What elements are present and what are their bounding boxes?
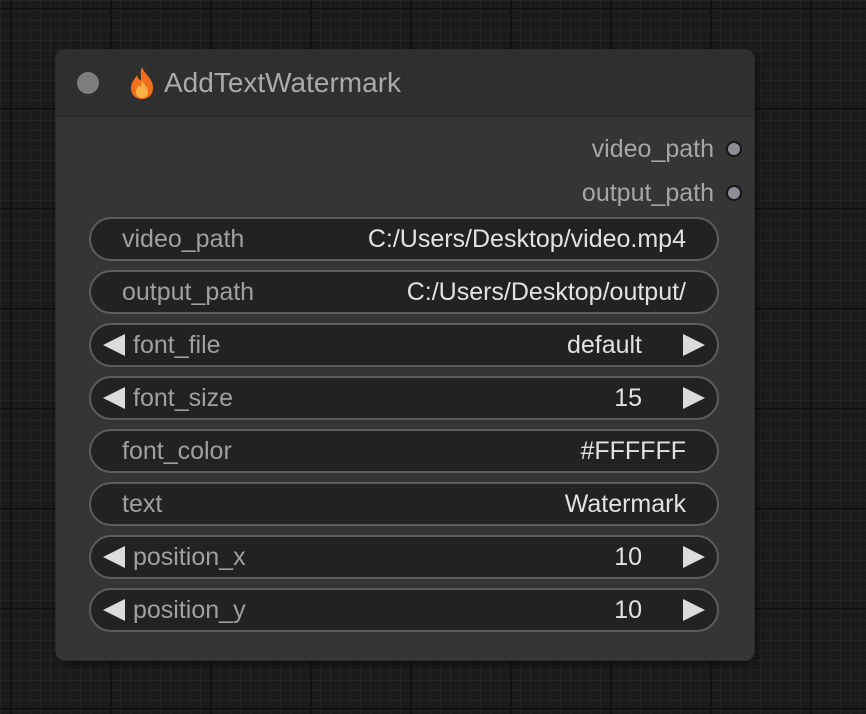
widget-value: 15 (614, 384, 642, 412)
decrement-arrow-icon[interactable] (103, 334, 125, 356)
decrement-arrow-icon[interactable] (103, 599, 125, 621)
widget-text[interactable]: text Watermark (89, 482, 719, 526)
output-slot-icon[interactable] (726, 141, 742, 157)
widget-position-x[interactable]: position_x 10 (89, 535, 719, 579)
widget-label: font_color (122, 437, 232, 465)
output-slot-icon[interactable] (726, 185, 742, 201)
widget-value: C:/Users/Desktop/output/ (406, 278, 686, 306)
widget-label: position_y (133, 596, 246, 624)
increment-arrow-icon[interactable] (683, 599, 705, 621)
widget-label: video_path (122, 225, 245, 253)
output-video-path[interactable]: video_path (592, 134, 742, 164)
widget-label: font_file (133, 331, 221, 359)
collapse-toggle[interactable] (77, 72, 99, 94)
widget-position-y[interactable]: position_y 10 (89, 588, 719, 632)
widget-font-color[interactable]: font_color #FFFFFF (89, 429, 719, 473)
output-label: output_path (581, 178, 714, 207)
widget-value: Watermark (564, 490, 686, 518)
widget-font-size[interactable]: font_size 15 (89, 376, 719, 420)
widget-value: 10 (614, 543, 642, 571)
node-title: AddTextWatermark (164, 67, 402, 98)
node-add-text-watermark[interactable]: AddTextWatermark video_path output_path … (56, 50, 754, 660)
widget-font-file[interactable]: font_file default (89, 323, 719, 367)
increment-arrow-icon[interactable] (683, 334, 705, 356)
widget-label: font_size (133, 384, 234, 412)
increment-arrow-icon[interactable] (683, 546, 705, 568)
widget-label: text (122, 490, 163, 518)
widget-value: 10 (614, 596, 642, 624)
widget-value: default (566, 331, 642, 359)
decrement-arrow-icon[interactable] (103, 546, 125, 568)
node-header[interactable]: AddTextWatermark (56, 50, 754, 117)
widget-value: C:/Users/Desktop/video.mp4 (367, 225, 686, 253)
widget-value: #FFFFFF (580, 437, 686, 465)
widget-output-path[interactable]: output_path C:/Users/Desktop/output/ (89, 270, 719, 314)
widget-label: position_x (133, 543, 246, 571)
flame-icon (128, 66, 156, 100)
decrement-arrow-icon[interactable] (103, 387, 125, 409)
widget-label: output_path (122, 278, 255, 306)
increment-arrow-icon[interactable] (683, 387, 705, 409)
widget-video-path[interactable]: video_path C:/Users/Desktop/video.mp4 (89, 217, 719, 261)
output-label: video_path (591, 134, 714, 163)
output-output-path[interactable]: output_path (582, 178, 742, 208)
